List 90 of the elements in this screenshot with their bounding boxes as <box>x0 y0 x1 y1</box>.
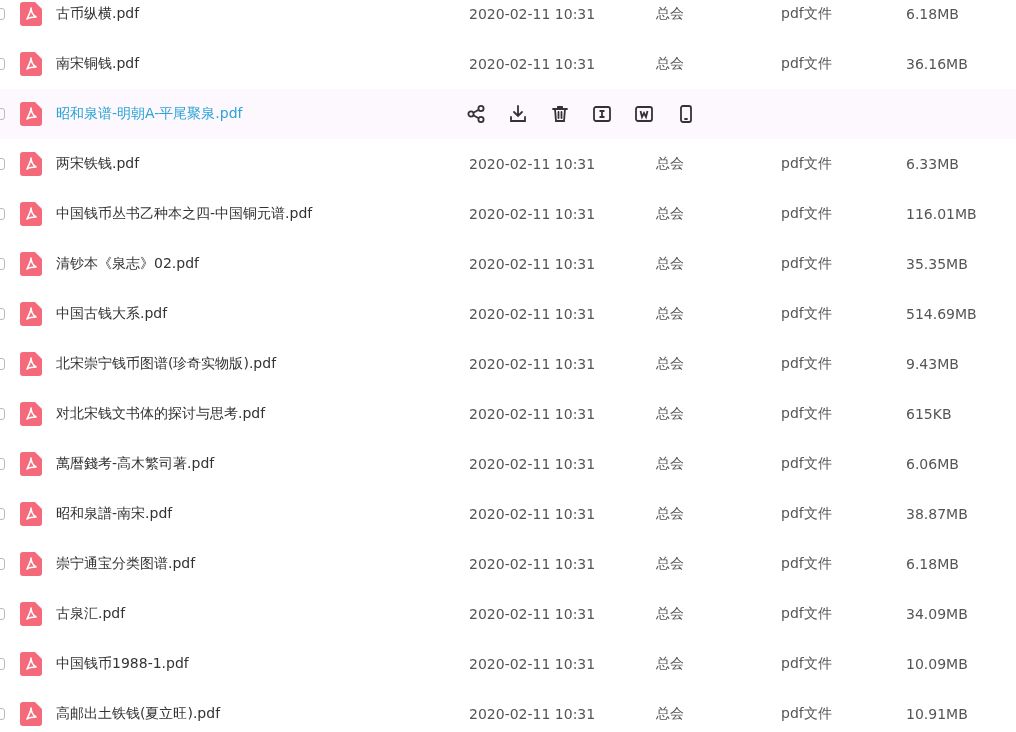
file-name[interactable]: 古泉汇.pdf <box>56 605 469 623</box>
modified-date: 2020-02-11 10:31 <box>469 306 597 322</box>
modified-date: 2020-02-11 10:31 <box>469 506 597 522</box>
document-icon[interactable] <box>634 104 654 124</box>
pdf-file-icon <box>20 252 42 276</box>
file-size: 38.87MB <box>906 506 968 522</box>
pdf-file-icon <box>20 652 42 676</box>
owner-name: 总会 <box>656 655 685 673</box>
owner-name: 总会 <box>656 255 685 273</box>
file-type: pdf文件 <box>781 605 833 623</box>
pdf-file-icon <box>20 702 42 726</box>
pdf-file-icon <box>20 302 42 326</box>
modified-date: 2020-02-11 10:31 <box>469 556 597 572</box>
file-type: pdf文件 <box>781 405 833 423</box>
file-name[interactable]: 对北宋钱文书体的探讨与思考.pdf <box>56 405 469 423</box>
file-size: 116.01MB <box>906 206 977 222</box>
file-size: 6.06MB <box>906 456 959 472</box>
file-type: pdf文件 <box>781 355 833 373</box>
modified-date: 2020-02-11 10:31 <box>469 656 597 672</box>
file-size: 615KB <box>906 406 952 422</box>
owner-name: 总会 <box>656 455 685 473</box>
pdf-file-icon <box>20 202 42 226</box>
owner-name: 总会 <box>656 605 685 623</box>
owner-name: 总会 <box>656 205 685 223</box>
pdf-file-icon <box>20 452 42 476</box>
file-name[interactable]: 中国钱币丛书乙种本之四-中国铜元谱.pdf <box>56 205 469 223</box>
download-icon[interactable] <box>508 104 528 124</box>
owner-name: 总会 <box>656 5 685 23</box>
file-type: pdf文件 <box>781 55 833 73</box>
file-size: 34.09MB <box>906 606 968 622</box>
owner-name: 总会 <box>656 355 685 373</box>
pdf-file-icon <box>20 102 42 126</box>
modified-date: 2020-02-11 10:31 <box>469 606 597 622</box>
file-type: pdf文件 <box>781 205 833 223</box>
file-type: pdf文件 <box>781 155 833 173</box>
file-type: pdf文件 <box>781 555 833 573</box>
modified-date: 2020-02-11 10:31 <box>469 6 597 22</box>
modified-date: 2020-02-11 10:31 <box>469 406 597 422</box>
owner-name: 总会 <box>656 505 685 523</box>
file-size: 6.18MB <box>906 556 959 572</box>
file-name[interactable]: 崇宁通宝分类图谱.pdf <box>56 555 469 573</box>
pdf-file-icon <box>20 402 42 426</box>
file-name[interactable]: 萬暦錢考-高木繁司著.pdf <box>56 455 469 473</box>
file-name[interactable]: 中国古钱大系.pdf <box>56 305 469 323</box>
file-size: 10.09MB <box>906 656 968 672</box>
file-size: 514.69MB <box>906 306 977 322</box>
pdf-file-icon <box>20 602 42 626</box>
file-type: pdf文件 <box>781 705 833 723</box>
rename-icon[interactable] <box>592 104 612 124</box>
file-type: pdf文件 <box>781 455 833 473</box>
pdf-file-icon <box>20 2 42 26</box>
file-size: 35.35MB <box>906 256 968 272</box>
modified-date: 2020-02-11 10:31 <box>469 356 597 372</box>
share-icon[interactable] <box>466 104 486 124</box>
modified-date: 2020-02-11 10:31 <box>469 206 597 222</box>
file-name[interactable]: 清钞本《泉志》02.pdf <box>56 255 469 273</box>
pdf-file-icon <box>20 502 42 526</box>
file-name[interactable]: 古币纵横.pdf <box>56 5 469 23</box>
file-name[interactable]: 高邮出土铁钱(夏立旺).pdf <box>56 705 469 723</box>
file-type: pdf文件 <box>781 505 833 523</box>
file-type: pdf文件 <box>781 5 833 23</box>
pdf-file-icon <box>20 352 42 376</box>
file-size: 9.43MB <box>906 356 959 372</box>
modified-date: 2020-02-11 10:31 <box>469 456 597 472</box>
owner-name: 总会 <box>656 305 685 323</box>
pdf-file-icon <box>20 52 42 76</box>
file-size: 6.18MB <box>906 6 959 22</box>
file-name[interactable]: 中国钱币1988-1.pdf <box>56 655 469 673</box>
pdf-file-icon <box>20 152 42 176</box>
file-name[interactable]: 昭和泉譜-南宋.pdf <box>56 505 469 523</box>
file-size: 36.16MB <box>906 56 968 72</box>
file-name[interactable]: 两宋铁钱.pdf <box>56 155 469 173</box>
trash-icon[interactable] <box>550 104 570 124</box>
modified-date: 2020-02-11 10:31 <box>469 706 597 722</box>
pdf-file-icon <box>20 552 42 576</box>
modified-date: 2020-02-11 10:31 <box>469 256 597 272</box>
file-size: 6.33MB <box>906 156 959 172</box>
owner-name: 总会 <box>656 705 685 723</box>
modified-date: 2020-02-11 10:31 <box>469 156 597 172</box>
owner-name: 总会 <box>656 55 685 73</box>
owner-name: 总会 <box>656 555 685 573</box>
file-type: pdf文件 <box>781 255 833 273</box>
file-type: pdf文件 <box>781 655 833 673</box>
owner-name: 总会 <box>656 405 685 423</box>
file-name[interactable]: 南宋铜钱.pdf <box>56 55 469 73</box>
file-name[interactable]: 北宋崇宁钱币图谱(珍奇实物版).pdf <box>56 355 469 373</box>
modified-date: 2020-02-11 10:31 <box>469 56 597 72</box>
owner-name: 总会 <box>656 155 685 173</box>
file-size: 10.91MB <box>906 706 968 722</box>
file-type: pdf文件 <box>781 305 833 323</box>
